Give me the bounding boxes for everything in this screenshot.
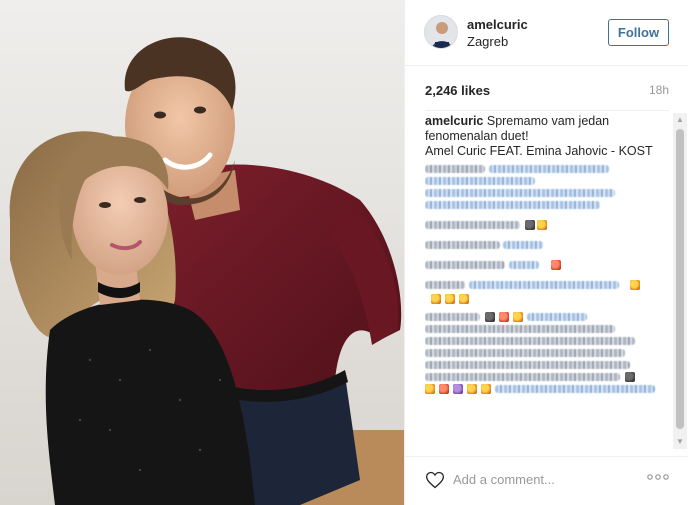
comment-blurred bbox=[425, 371, 670, 383]
comment-input[interactable] bbox=[453, 468, 633, 490]
comment-blurred bbox=[425, 347, 670, 359]
blurred-comments bbox=[425, 163, 670, 395]
avatar[interactable] bbox=[424, 15, 458, 49]
comment-blurred bbox=[425, 311, 670, 323]
comment-blurred bbox=[425, 335, 670, 347]
scroll-thumb[interactable] bbox=[676, 129, 684, 429]
comment-blurred bbox=[425, 383, 670, 395]
comment-blurred bbox=[425, 175, 670, 187]
scroll-up-icon[interactable]: ▲ bbox=[673, 113, 687, 127]
comment-blurred bbox=[425, 199, 670, 211]
caption-text-line-1: Spremamo vam jedan bbox=[486, 114, 610, 128]
follow-button[interactable]: Follow bbox=[608, 19, 669, 46]
post-username[interactable]: amelcuric bbox=[467, 17, 528, 32]
post-side-panel: amelcuric Zagreb Follow 2,246 likes 18h … bbox=[404, 0, 688, 505]
more-options-icon[interactable] bbox=[647, 473, 669, 485]
comment-blurred bbox=[425, 239, 670, 251]
post-stats: 2,246 likes 18h bbox=[405, 66, 688, 111]
comments-list[interactable]: amelcuric Spremamo vam jedan fenomenalan… bbox=[425, 114, 670, 454]
likes-count[interactable]: 2,246 likes bbox=[425, 83, 490, 98]
comment-blurred bbox=[425, 219, 670, 231]
scroll-down-icon[interactable]: ▼ bbox=[673, 435, 687, 449]
post-photo[interactable] bbox=[0, 0, 404, 505]
comment-footer bbox=[405, 456, 688, 505]
comment-blurred bbox=[425, 163, 670, 175]
avatar-image bbox=[425, 16, 457, 48]
post-header: amelcuric Zagreb Follow bbox=[405, 0, 688, 66]
comment-blurred bbox=[425, 359, 670, 371]
comment-blurred bbox=[425, 259, 670, 271]
caption-username[interactable]: amelcuric bbox=[425, 114, 483, 128]
heart-icon[interactable] bbox=[425, 470, 445, 490]
caption-text-line-2: fenomenalan duet! bbox=[425, 129, 529, 143]
post-location[interactable]: Zagreb bbox=[467, 34, 508, 49]
comment-blurred bbox=[425, 293, 670, 305]
post-time[interactable]: 18h bbox=[649, 83, 669, 97]
comment-blurred bbox=[425, 187, 670, 199]
divider bbox=[425, 110, 669, 111]
caption: amelcuric Spremamo vam jedan fenomenalan… bbox=[425, 114, 670, 159]
photo-illustration bbox=[0, 0, 404, 505]
comment-blurred bbox=[425, 279, 670, 291]
comment-blurred bbox=[425, 323, 670, 335]
caption-text-line-3: Amel Curic FEAT. Emina Jahovic - KOST bbox=[425, 144, 653, 158]
comments-scrollbar[interactable]: ▲ ▼ bbox=[673, 113, 687, 449]
